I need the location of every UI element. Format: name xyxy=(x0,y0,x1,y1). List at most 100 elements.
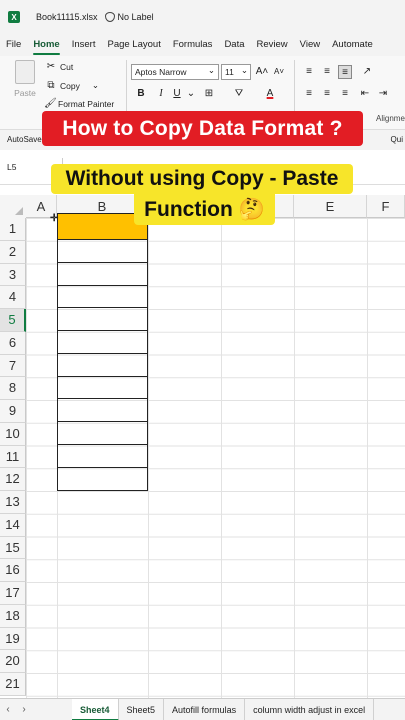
sensitivity-label[interactable]: No Label xyxy=(118,12,154,22)
row-header-13[interactable]: 13 xyxy=(0,491,26,514)
cut-button[interactable]: ✂ Cut xyxy=(46,61,73,72)
row-header-19[interactable]: 19 xyxy=(0,627,26,651)
scissors-icon: ✂ xyxy=(46,61,56,72)
row-header-9[interactable]: 9 xyxy=(0,400,26,423)
align-left-icon[interactable]: ≡ xyxy=(302,87,316,101)
row-header-18[interactable]: 18 xyxy=(0,604,26,628)
font-name-select[interactable]: Aptos Narrow xyxy=(131,63,219,80)
decrease-font-icon[interactable]: A˅ xyxy=(272,65,286,79)
font-color-button[interactable]: A xyxy=(263,87,277,101)
table-cell[interactable] xyxy=(58,354,147,377)
shield-icon xyxy=(104,12,115,22)
tab-insert[interactable]: Insert xyxy=(66,34,102,56)
orientation-icon[interactable]: ↗ xyxy=(360,65,374,79)
paste-label: Paste xyxy=(14,88,36,98)
subline-caption-1: Without using Copy - Paste xyxy=(51,164,353,194)
format-painter-button[interactable]: 🖌 Format Painter xyxy=(44,98,114,109)
excel-logo-icon: X xyxy=(8,11,20,23)
tab-data[interactable]: Data xyxy=(218,34,250,56)
divider xyxy=(126,60,127,116)
quick-access-label[interactable]: Qui xyxy=(391,130,405,150)
row-header-15[interactable]: 15 xyxy=(0,536,26,560)
sheet-tabs: ‹ › Sheet4 Sheet5 Autofill formulas colu… xyxy=(0,698,405,720)
headline-caption: How to Copy Data Format ? xyxy=(42,111,363,146)
row-header-12[interactable]: 12 xyxy=(0,468,26,491)
gridline xyxy=(148,218,149,698)
sheet-tab-sheet5[interactable]: Sheet5 xyxy=(119,698,165,720)
table-cell[interactable] xyxy=(58,468,147,491)
align-middle-icon[interactable]: ≡ xyxy=(320,65,334,79)
chevron-down-icon[interactable]: ⌄ xyxy=(184,87,198,101)
align-center-icon[interactable]: ≡ xyxy=(320,87,334,101)
increase-indent-icon[interactable]: ⇥ xyxy=(376,87,390,101)
table-cell[interactable] xyxy=(58,331,147,354)
cell-cursor-icon: ✛ xyxy=(50,213,59,224)
gridline xyxy=(294,218,295,698)
increase-font-icon[interactable]: A˄ xyxy=(255,65,269,79)
sheet-tab-sheet4[interactable]: Sheet4 xyxy=(72,698,119,720)
spreadsheet-grid[interactable]: A B C D E F 1234567891011121314151617181… xyxy=(0,195,405,698)
clipboard-icon xyxy=(15,60,35,84)
table-cell[interactable] xyxy=(58,240,147,263)
table-cell[interactable] xyxy=(58,263,147,286)
tab-review[interactable]: Review xyxy=(251,34,294,56)
file-name[interactable]: Book11115.xlsx xyxy=(36,12,98,22)
row-header-11[interactable]: 11 xyxy=(0,445,26,469)
decrease-indent-icon[interactable]: ⇤ xyxy=(358,87,372,101)
row-header-6[interactable]: 6 xyxy=(0,331,26,355)
sheet-tab-column-width[interactable]: column width adjust in excel xyxy=(245,698,375,720)
scroll-left-icon[interactable]: ‹ xyxy=(0,704,16,715)
paintbrush-icon: 🖌 xyxy=(44,98,57,109)
copy-button[interactable]: ⧉ Copy ⌄ xyxy=(46,80,99,91)
row-header-4[interactable]: 4 xyxy=(0,286,26,309)
sheet-tab-autofill-formulas[interactable]: Autofill formulas xyxy=(164,698,246,720)
table-cell[interactable] xyxy=(58,422,147,445)
row-header-16[interactable]: 16 xyxy=(0,559,26,582)
column-header-f[interactable]: F xyxy=(367,195,405,218)
align-right-icon[interactable]: ≡ xyxy=(338,87,352,101)
tab-formulas[interactable]: Formulas xyxy=(167,34,219,56)
tab-home[interactable]: Home xyxy=(27,34,65,56)
tab-file[interactable]: File xyxy=(0,34,27,56)
select-all-corner[interactable] xyxy=(0,195,26,218)
alignment-group-label: Alignme xyxy=(376,114,405,123)
row-header-14[interactable]: 14 xyxy=(0,513,26,537)
tab-automate[interactable]: Automate xyxy=(326,34,379,56)
format-painter-label: Format Painter xyxy=(58,98,115,109)
table-cell[interactable] xyxy=(58,286,147,309)
table-cell[interactable] xyxy=(58,399,147,422)
row-header-2[interactable]: 2 xyxy=(0,240,26,264)
row-header-5[interactable]: 5 xyxy=(0,309,26,332)
ribbon-tabs: File Home Insert Page Layout Formulas Da… xyxy=(0,34,405,56)
formatted-range-b1-b12[interactable] xyxy=(57,213,148,491)
table-cell[interactable] xyxy=(58,377,147,400)
gridline xyxy=(367,218,368,698)
row-header-17[interactable]: 17 xyxy=(0,582,26,605)
table-cell[interactable] xyxy=(58,445,147,468)
borders-icon[interactable]: ⊞ xyxy=(202,87,216,101)
italic-button[interactable]: I xyxy=(154,87,168,101)
font-size-select[interactable]: 11 xyxy=(221,63,251,80)
column-header-e[interactable]: E xyxy=(294,195,367,218)
row-header-7[interactable]: 7 xyxy=(0,354,26,378)
fill-color-icon[interactable]: ⛛ xyxy=(232,87,246,101)
underline-button[interactable]: U xyxy=(170,87,184,101)
table-cell[interactable] xyxy=(58,308,147,331)
divider xyxy=(294,60,295,116)
chevron-down-icon[interactable]: ⌄ xyxy=(92,80,99,91)
row-header-3[interactable]: 3 xyxy=(0,263,26,287)
tab-view[interactable]: View xyxy=(294,34,326,56)
row-header-21[interactable]: 21 xyxy=(0,673,26,696)
row-header-1[interactable]: 1 xyxy=(0,218,26,241)
tab-page-layout[interactable]: Page Layout xyxy=(101,34,166,56)
row-header-10[interactable]: 10 xyxy=(0,422,26,446)
row-header-20[interactable]: 20 xyxy=(0,650,26,673)
align-top-icon[interactable]: ≡ xyxy=(302,65,316,79)
bold-button[interactable]: B xyxy=(134,87,148,101)
scroll-right-icon[interactable]: › xyxy=(16,704,32,715)
paste-button[interactable]: Paste xyxy=(12,60,38,98)
row-header-8[interactable]: 8 xyxy=(0,377,26,400)
copy-icon: ⧉ xyxy=(47,80,55,91)
gridline xyxy=(221,218,222,698)
align-bottom-icon[interactable]: ≡ xyxy=(338,65,352,79)
